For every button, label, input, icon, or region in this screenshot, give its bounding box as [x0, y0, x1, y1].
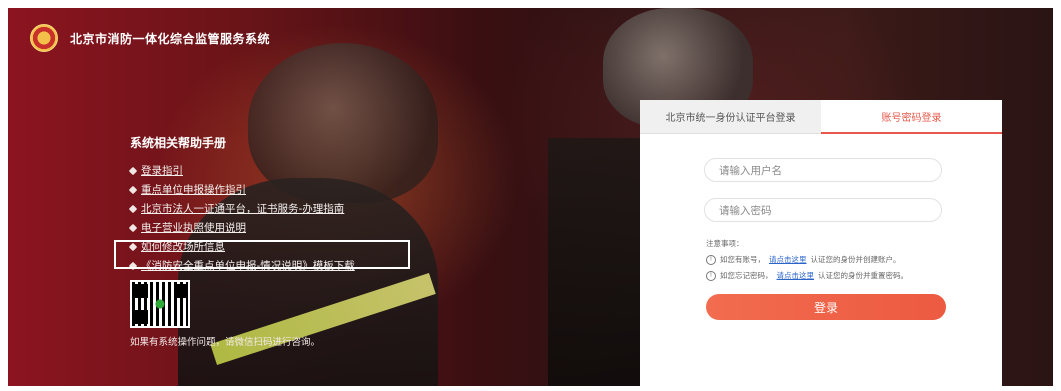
help-item: 电子营业执照使用说明: [128, 218, 355, 237]
login-button[interactable]: 登录: [706, 294, 946, 320]
tab-unified-auth[interactable]: 北京市统一身份认证平台登录: [640, 100, 821, 134]
wechat-qr-code: [130, 280, 190, 328]
diamond-bullet-icon: [128, 166, 138, 175]
help-title: 系统相关帮助手册: [130, 136, 227, 150]
note-suffix: 认证您的身份并创建账户。: [810, 255, 901, 264]
help-link-certificate-guide[interactable]: 北京市法人一证通平台，证书服务-办理指南: [141, 201, 344, 216]
note-prefix: 如您忘记密码，: [720, 271, 773, 280]
password-input[interactable]: 请输入密码: [704, 198, 942, 222]
note-suffix: 认证您的身份并重置密码。: [818, 271, 908, 280]
help-item: 重点单位申报操作指引: [128, 180, 355, 199]
help-link-login-guide[interactable]: 登录指引: [141, 163, 183, 178]
create-account-link[interactable]: 请点击这里: [769, 254, 807, 265]
tab-password-login[interactable]: 账号密码登录: [821, 100, 1002, 134]
help-item: 北京市法人一证通平台，证书服务-办理指南: [128, 199, 355, 218]
note-row: ! 如您有账号， 请点击这里 认证您的身份并创建账户。: [706, 254, 908, 265]
reset-password-link[interactable]: 请点击这里: [777, 270, 815, 281]
help-link-business-license[interactable]: 电子营业执照使用说明: [141, 220, 246, 235]
qr-note: 如果有系统操作问题，请微信扫码进行咨询。: [130, 337, 321, 348]
info-circle-icon: !: [706, 254, 716, 265]
note-row: ! 如您忘记密码， 请点击这里 认证您的身份并重置密码。: [706, 270, 908, 281]
fire-emblem-logo-icon: [30, 24, 58, 52]
reflective-stripe: [210, 273, 436, 365]
header: 北京市消防一体化综合监管服务系统: [30, 24, 270, 52]
diamond-bullet-icon: [128, 204, 138, 213]
info-circle-icon: !: [706, 270, 716, 281]
diamond-bullet-icon: [128, 185, 138, 194]
diamond-bullet-icon: [128, 223, 138, 232]
notes-title: 注意事项：: [706, 239, 744, 248]
highlight-annotation-box: [114, 240, 410, 269]
username-input[interactable]: 请输入用户名: [704, 158, 942, 182]
login-tabs: 北京市统一身份认证平台登录 账号密码登录: [640, 100, 1002, 134]
qr-code-icon: [132, 282, 188, 326]
login-page-background: 北京市消防一体化综合监管服务系统 系统相关帮助手册 登录指引 重点单位申报操作指…: [8, 8, 1053, 386]
system-title: 北京市消防一体化综合监管服务系统: [70, 31, 271, 46]
note-prefix: 如您有账号，: [720, 255, 765, 264]
help-item: 登录指引: [128, 161, 355, 180]
help-link-declaration-guide[interactable]: 重点单位申报操作指引: [141, 182, 246, 197]
login-panel: 北京市统一身份认证平台登录 账号密码登录 请输入用户名 请输入密码 注意事项： …: [640, 100, 1002, 386]
login-notes: 注意事项： ! 如您有账号， 请点击这里 认证您的身份并创建账户。 ! 如您忘记…: [706, 238, 908, 281]
